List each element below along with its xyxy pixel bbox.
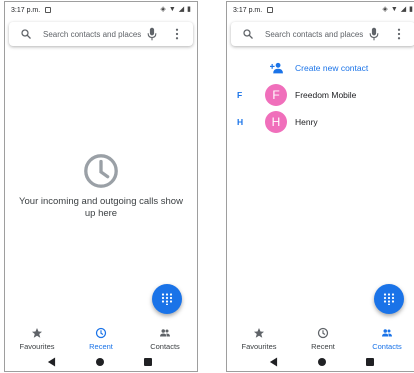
notification-icon [267,7,273,13]
tab-contacts[interactable]: Contacts [355,323,414,351]
battery-icon: ▮ [187,6,191,13]
home-icon[interactable] [96,358,104,366]
tab-label: Favourites [241,342,277,351]
status-bar: 3:17 p.m. ◈ ▼ ◢ ▮ [5,2,197,20]
status-time: 3:17 p.m. [233,7,263,14]
contact-name: Henry [295,117,318,127]
wifi-icon: ▼ [168,6,176,13]
contact-row[interactable]: F F Freedom Mobile [227,84,414,106]
phone-screen-recent: 3:17 p.m. ◈ ▼ ◢ ▮ Your incom [4,1,198,372]
tab-label: Recent [311,342,335,351]
tab-favourites[interactable]: Favourites [5,323,69,351]
dialpad-icon [383,293,395,305]
star-icon [254,328,264,338]
home-icon[interactable] [318,358,326,366]
add-person-icon [270,62,283,74]
tab-recent[interactable]: Recent [69,323,133,351]
status-bar: 3:17 p.m. ◈ ▼ ◢ ▮ [227,2,414,20]
contact-row[interactable]: H H Henry [227,111,414,133]
search-icon [243,29,253,39]
recents-icon[interactable] [366,358,374,366]
system-nav-bar [5,352,197,371]
bottom-nav: Favourites Recent Contacts [227,323,414,351]
back-icon[interactable] [269,357,278,367]
signal-icon: ◢ [400,6,407,13]
create-contact-label: Create new contact [295,63,369,73]
tab-label: Favourites [19,342,55,351]
search-input[interactable] [43,26,143,42]
search-input[interactable] [265,26,365,42]
dialpad-button[interactable] [374,284,404,314]
search-bar[interactable] [9,22,193,46]
status-time: 3:17 p.m. [11,7,41,14]
section-letter: F [237,90,243,100]
more-vert-icon[interactable] [174,27,180,41]
status-icons: ◈ ▼ ◢ ▮ [382,6,413,14]
vibrate-icon: ◈ [160,6,166,13]
tab-label: Contacts [150,342,180,351]
star-icon [32,328,42,338]
notification-icon [45,7,51,13]
dialpad-icon [161,293,173,305]
tab-label: Recent [89,342,113,351]
vibrate-icon: ◈ [382,6,388,13]
recents-icon[interactable] [144,358,152,366]
wifi-icon: ▼ [390,6,398,13]
bottom-nav: Favourites Recent Contacts [5,323,197,351]
mic-icon[interactable] [147,27,157,41]
create-new-contact[interactable]: Create new contact [227,60,414,78]
mic-icon[interactable] [369,27,379,41]
empty-state: Your incoming and outgoing calls show up… [5,152,197,220]
avatar: H [265,111,287,133]
tab-contacts[interactable]: Contacts [133,323,197,351]
avatar: F [265,84,287,106]
people-icon [160,329,170,337]
signal-icon: ◢ [178,6,185,13]
clock-icon [84,154,118,188]
tab-recent[interactable]: Recent [291,323,355,351]
contact-name: Freedom Mobile [295,90,357,100]
clock-icon [317,327,329,339]
phone-screen-contacts: 3:17 p.m. ◈ ▼ ◢ ▮ Search contacts and pl… [226,1,414,372]
status-icons: ◈ ▼ ◢ ▮ [160,6,191,14]
search-bar[interactable] [231,22,414,46]
section-letter: H [237,117,244,127]
clock-icon [95,327,107,339]
empty-state-message: Your incoming and outgoing calls show up… [19,196,183,219]
dialpad-button[interactable] [152,284,182,314]
more-vert-icon[interactable] [396,27,402,41]
battery-icon: ▮ [409,6,413,13]
back-icon[interactable] [47,357,56,367]
tab-favourites[interactable]: Favourites [227,323,291,351]
system-nav-bar [227,352,414,371]
tab-label: Contacts [372,342,402,351]
search-icon [21,29,31,39]
people-icon [382,329,392,337]
